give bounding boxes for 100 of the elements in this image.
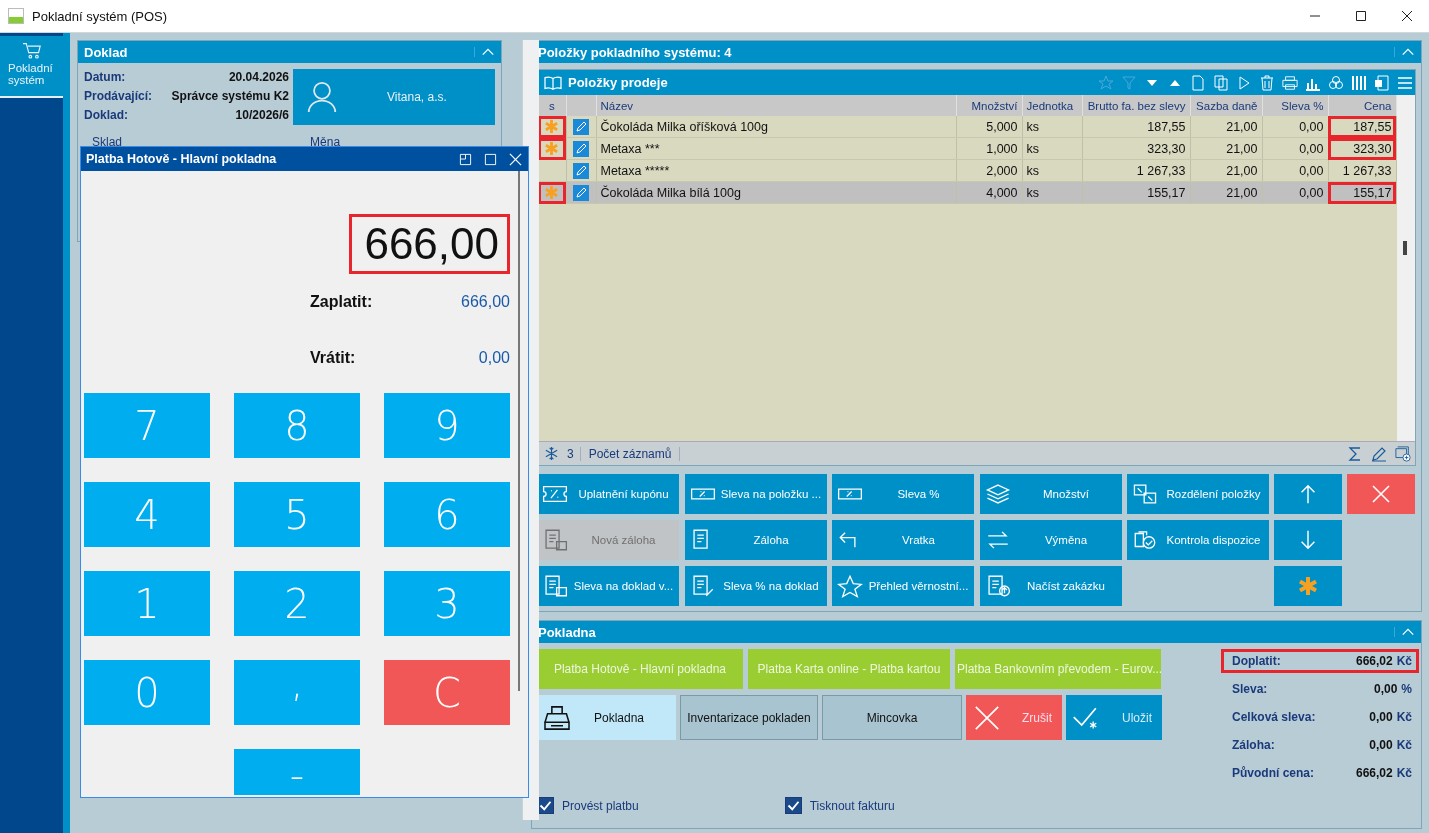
keypad-key[interactable]: 8 [234, 393, 360, 458]
split-icon [1132, 482, 1158, 506]
action-button[interactable]: Vratka [832, 520, 974, 560]
export-icon[interactable] [1374, 74, 1390, 91]
mode-button[interactable]: Mincovka [822, 695, 962, 740]
customer-tile[interactable]: Vitana, a.s. [293, 69, 495, 125]
action-button[interactable]: Záloha [684, 520, 827, 560]
table-cell: 1 267,33 [1328, 159, 1396, 182]
asterisk-button[interactable] [1274, 566, 1342, 606]
mode-button[interactable]: Inventarizace pokladen [680, 695, 818, 740]
summary-value: 0,00 [1369, 738, 1393, 752]
column-header[interactable]: Množství [956, 95, 1022, 116]
column-header[interactable]: s [538, 95, 566, 116]
action-button[interactable]: Sleva % na doklad [684, 566, 827, 606]
panel-title: Pokladna [538, 624, 596, 640]
action-button[interactable]: Výměna [979, 520, 1122, 560]
cubes-icon[interactable] [1328, 74, 1344, 91]
new-document-icon[interactable] [1190, 74, 1206, 91]
cancel-button[interactable]: Zrušit [966, 695, 1062, 740]
action-button[interactable]: Sleva na doklad v... [537, 566, 679, 606]
columns-icon[interactable] [1351, 74, 1367, 91]
move-down-button[interactable] [1274, 520, 1342, 560]
table-cell: Čokoláda Milka bílá 100g [596, 181, 956, 204]
action-button[interactable]: Množství [979, 474, 1122, 514]
action-button[interactable]: Sleva na položku ... [684, 474, 827, 514]
edit-icon[interactable] [573, 162, 589, 179]
field-value: 10/2026/6 [235, 108, 289, 122]
dialog-title: Platba Hotově - Hlavní pokladna [86, 152, 277, 166]
add-record-icon[interactable] [1395, 445, 1411, 462]
summary-value: 666,02 [1355, 766, 1393, 780]
keypad-key[interactable]: 4 [84, 482, 210, 547]
column-header[interactable]: Název [596, 95, 956, 116]
summary-label: Sleva: [1232, 682, 1268, 696]
keypad-key[interactable]: 0 [84, 660, 210, 725]
field-label: Prodávající: [84, 89, 153, 103]
action-button[interactable]: Rozdělení položky [1127, 474, 1269, 514]
keypad-key[interactable]: 2 [234, 571, 360, 636]
column-header[interactable]: Sleva % [1262, 95, 1328, 116]
action-button[interactable]: Sleva % [832, 474, 974, 514]
keypad-key[interactable]: - [234, 749, 360, 795]
table-cell: 323,30 [1082, 137, 1190, 160]
table-cell: 187,55 [1328, 116, 1396, 138]
star-icon[interactable] [1098, 74, 1114, 91]
mode-button[interactable]: Pokladna [537, 695, 676, 740]
play-icon[interactable] [1236, 74, 1252, 91]
action-button[interactable]: Uplatnění kupónu [537, 474, 679, 514]
column-header[interactable]: Sazba daně [1190, 95, 1262, 116]
amount-display: 666,00 [349, 214, 510, 274]
edit-icon[interactable] [573, 140, 589, 157]
close-icon[interactable] [1401, 10, 1413, 22]
delete-button[interactable] [1347, 474, 1415, 514]
sidebar-item[interactable]: Pokladní systém [0, 36, 63, 98]
table-cell: Metaxa ***** [596, 159, 956, 182]
arrow-up-icon [1298, 483, 1318, 505]
panel-title: Doklad [84, 44, 128, 60]
check-stock-icon [1132, 528, 1158, 552]
column-header[interactable]: Cena [1328, 95, 1396, 116]
summary-value: 0,00 [1369, 710, 1393, 724]
maximize-icon[interactable] [1355, 10, 1367, 22]
print-icon[interactable] [1282, 74, 1298, 91]
keypad-key[interactable]: 7 [84, 393, 210, 458]
summary-value: 666,02 [1355, 654, 1393, 668]
sum-icon[interactable] [1347, 445, 1363, 462]
summary-label: Celková sleva: [1232, 710, 1316, 724]
save-button[interactable]: Uložit [1066, 695, 1162, 740]
keypad-key[interactable]: , [234, 660, 360, 725]
table-cell: 155,17 [1328, 181, 1396, 204]
table-cell: 1,000 [956, 137, 1022, 160]
move-up-button[interactable] [1274, 474, 1342, 514]
column-header[interactable]: Jednotka [1022, 95, 1082, 116]
table-cell: 323,30 [1328, 137, 1396, 160]
action-button[interactable]: Přehled věrnostní... [832, 566, 974, 606]
column-header[interactable]: Brutto fa. bez slevy [1082, 95, 1190, 116]
trash-icon[interactable] [1259, 74, 1275, 91]
checkbox[interactable]: Tisknout fakturu [784, 797, 895, 814]
total-value: 666,00 [461, 293, 510, 311]
checkbox[interactable]: Provést platbu [537, 797, 639, 814]
total-label: Zaplatit: [310, 293, 373, 311]
edit-icon[interactable] [573, 118, 589, 135]
table-cell: 0,00 [1262, 159, 1328, 182]
table-cell: 21,00 [1190, 137, 1262, 160]
keypad-key[interactable]: 6 [384, 482, 510, 547]
restore-icon[interactable] [459, 152, 472, 166]
cash-register-icon [544, 705, 570, 730]
copy-icon[interactable] [1213, 74, 1229, 91]
action-button[interactable]: Kontrola dispozice [1127, 520, 1269, 560]
action-button[interactable]: Načíst zakázku [979, 566, 1122, 606]
layers-icon [984, 482, 1011, 506]
table-cell: 21,00 [1190, 159, 1262, 182]
keypad-key[interactable]: C [384, 660, 510, 725]
checkmark-icon [538, 798, 553, 813]
edit-icon[interactable] [1371, 445, 1387, 462]
table-cell: ks [1022, 159, 1082, 182]
menu-icon[interactable] [1397, 74, 1413, 91]
record-count-label: Počet záznamů [588, 446, 681, 461]
edit-icon[interactable] [573, 184, 589, 201]
keypad-key[interactable]: 1 [84, 571, 210, 636]
keypad-key[interactable]: 3 [384, 571, 510, 636]
keypad-key[interactable]: 5 [234, 482, 360, 547]
keypad-key[interactable]: 9 [384, 393, 510, 458]
